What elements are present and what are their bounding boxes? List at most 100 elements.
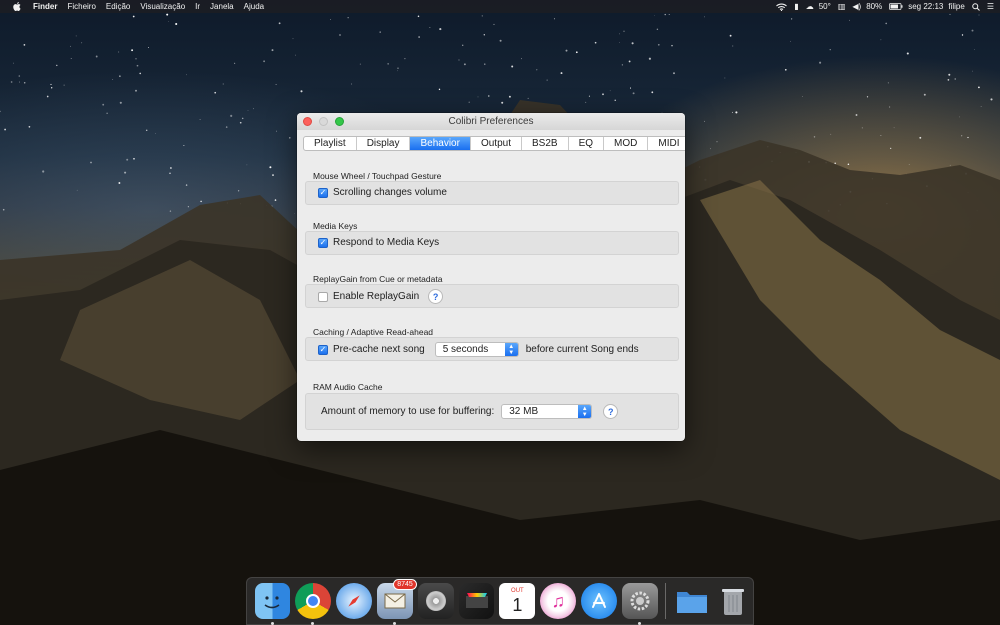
precache-duration-popup[interactable]: 5 seconds ▲ ▼	[434, 342, 519, 357]
star	[63, 84, 65, 86]
temperature-text[interactable]: 50°	[819, 2, 831, 11]
star	[847, 163, 850, 165]
star	[990, 98, 993, 101]
star	[106, 112, 108, 114]
chrome-icon[interactable]	[295, 583, 332, 625]
star	[961, 135, 963, 137]
star	[976, 210, 978, 212]
final-cut-pro-icon[interactable]	[458, 583, 495, 619]
star	[819, 61, 822, 64]
spotlight-search-icon[interactable]	[972, 2, 980, 11]
star	[716, 141, 718, 143]
star	[609, 90, 611, 92]
menu-ir[interactable]: Ir	[195, 2, 200, 11]
star	[214, 91, 217, 94]
sound-icon[interactable]: ◀)	[852, 2, 861, 11]
media-keys-checkbox[interactable]: ✓	[318, 237, 328, 248]
star	[95, 55, 98, 58]
star	[269, 166, 272, 169]
star	[553, 18, 556, 20]
star	[135, 58, 137, 60]
battery-icon[interactable]	[889, 3, 903, 10]
menu-janela[interactable]: Janela	[210, 2, 234, 11]
ram-cache-size-popup[interactable]: 32 MB ▲ ▼	[501, 404, 593, 419]
replaygain-help-button[interactable]: ?	[428, 289, 444, 304]
menu-edicao[interactable]: Edição	[106, 2, 130, 11]
tab-display[interactable]: Display	[357, 137, 411, 150]
tab-playlist[interactable]: Playlist	[304, 137, 357, 150]
precache-checkbox[interactable]: ✓	[318, 344, 328, 355]
apple-menu-icon[interactable]	[11, 0, 23, 13]
battery-percent[interactable]: 80%	[866, 2, 882, 11]
scrolling-volume-option[interactable]: ✓ Scrolling changes volume	[318, 187, 447, 198]
star	[712, 187, 714, 189]
star	[300, 90, 303, 93]
ram-cache-row: Amount of memory to use for buffering: 3…	[321, 404, 619, 419]
precache-option[interactable]: ✓ Pre-cache next song 5 seconds ▲ ▼ befor…	[318, 342, 639, 357]
star	[75, 35, 77, 37]
itunes-icon[interactable]: ♫	[540, 583, 577, 619]
tab-behavior[interactable]: Behavior	[410, 137, 471, 150]
tab-bs2b[interactable]: BS2B	[522, 137, 569, 150]
star	[417, 15, 420, 18]
star	[246, 164, 248, 166]
menu-visualizacao[interactable]: Visualização	[140, 2, 185, 11]
star	[839, 204, 841, 206]
star	[136, 64, 139, 67]
star	[735, 111, 738, 114]
star	[668, 14, 670, 16]
tab-midi[interactable]: MIDI	[648, 137, 685, 150]
system-preferences-icon[interactable]	[621, 583, 658, 625]
star	[50, 83, 52, 85]
display-icon[interactable]: ▥	[838, 2, 846, 11]
weather-icon[interactable]: ☁	[806, 2, 814, 11]
safari-icon[interactable]	[336, 583, 372, 619]
minimize-window-button[interactable]	[319, 117, 328, 126]
menu-ficheiro[interactable]: Ficheiro	[67, 2, 95, 11]
star	[704, 120, 705, 122]
star	[234, 62, 236, 64]
star	[949, 164, 951, 166]
star	[70, 45, 71, 47]
star	[359, 63, 361, 65]
music-note-icon: ♫	[551, 590, 565, 611]
star	[887, 82, 889, 84]
close-window-button[interactable]	[303, 117, 312, 126]
zoom-window-button[interactable]	[335, 117, 344, 126]
tab-output[interactable]: Output	[471, 137, 522, 150]
clock-text[interactable]: seg 22:13	[908, 2, 943, 11]
disk-utility-icon[interactable]	[417, 583, 454, 619]
media-keys-option[interactable]: ✓ Respond to Media Keys	[318, 237, 439, 248]
trash-icon[interactable]	[715, 583, 751, 619]
star	[133, 158, 135, 160]
window-title: Colibri Preferences	[448, 116, 534, 127]
star	[462, 44, 464, 46]
window-titlebar[interactable]: Colibri Preferences	[297, 113, 685, 130]
volume-menu-icon[interactable]: ▮	[794, 2, 798, 11]
star	[978, 14, 980, 16]
star	[980, 106, 982, 107]
star	[81, 42, 83, 44]
notification-center-icon[interactable]: ☰	[987, 2, 994, 11]
finder-icon[interactable]	[254, 583, 291, 625]
star	[790, 18, 793, 20]
star	[866, 96, 869, 98]
app-store-icon[interactable]	[581, 583, 617, 619]
folder-icon[interactable]	[674, 583, 710, 619]
star	[588, 95, 590, 97]
scrolling-volume-checkbox[interactable]: ✓	[318, 187, 328, 198]
menu-ajuda[interactable]: Ajuda	[244, 2, 264, 11]
replaygain-option[interactable]: Enable ReplayGain ?	[318, 289, 444, 304]
wifi-icon[interactable]	[776, 3, 788, 11]
star	[463, 63, 466, 66]
star	[200, 200, 202, 203]
mail-icon[interactable]: 8745	[376, 579, 417, 625]
calendar-icon[interactable]: OUT 1	[499, 583, 536, 619]
star	[102, 103, 105, 106]
menu-app-finder[interactable]: Finder	[33, 2, 57, 11]
user-name[interactable]: filipe	[948, 2, 964, 11]
tab-mod[interactable]: MOD	[604, 137, 649, 150]
replaygain-checkbox[interactable]	[318, 291, 328, 302]
tab-eq[interactable]: EQ	[569, 137, 605, 150]
ram-cache-help-button[interactable]: ?	[603, 404, 619, 419]
